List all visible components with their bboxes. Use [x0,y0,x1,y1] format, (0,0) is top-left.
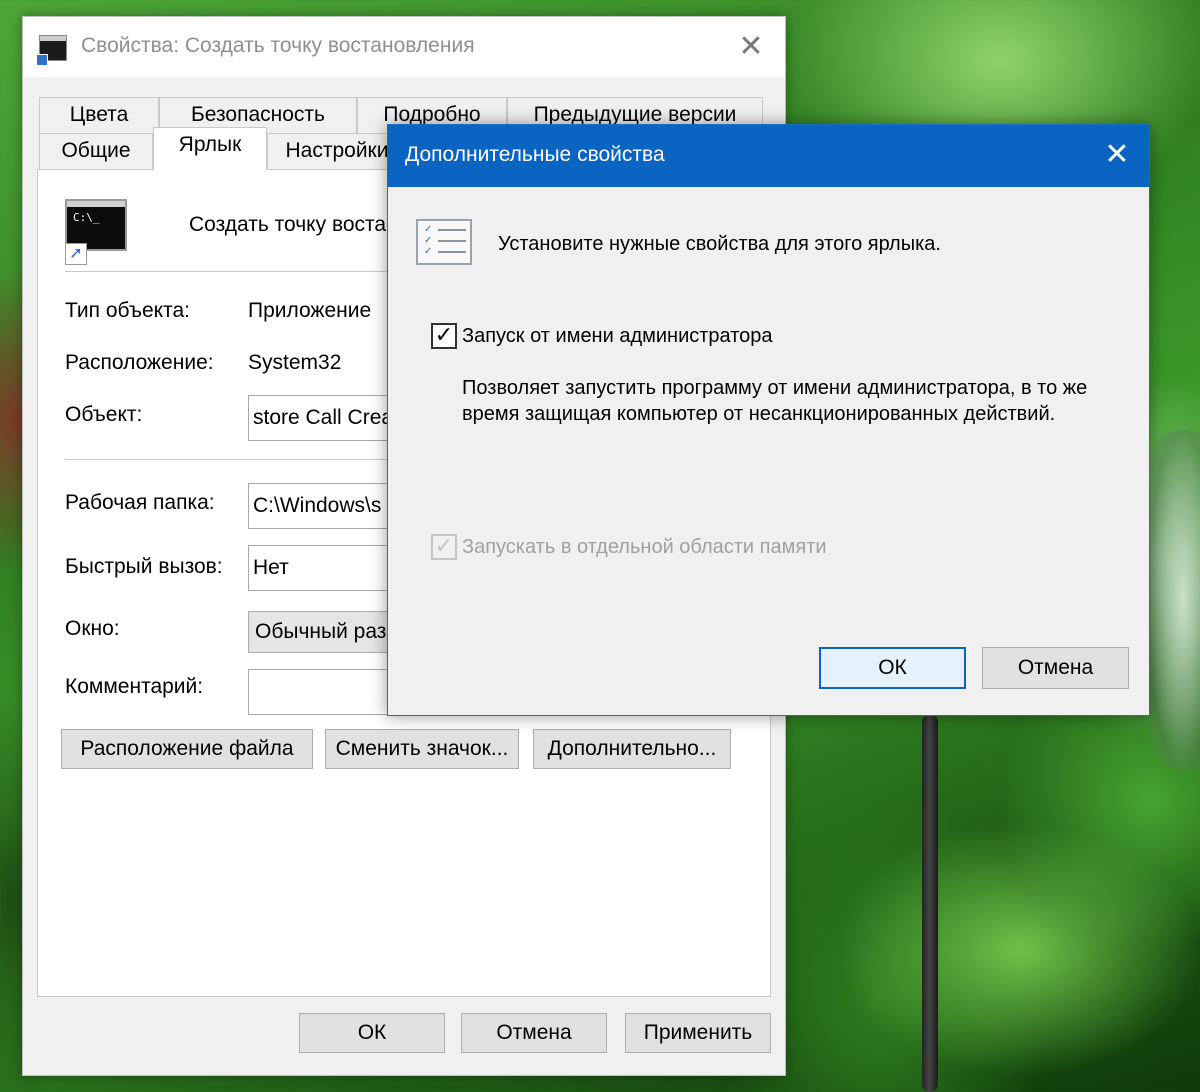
window-label: Окно: [65,617,120,640]
close-button[interactable]: ✕ [731,27,771,67]
workdir-label: Рабочая папка: [65,491,215,514]
type-value: Приложение [248,299,372,322]
tab-general[interactable]: Общие [39,133,153,169]
shortcut-arrow-icon: ➚ [65,243,87,265]
ok-button[interactable]: ОК [299,1013,445,1053]
dialog-title: Дополнительные свойства [405,143,665,166]
run-as-admin-description: Позволяет запустить программу от имени а… [462,377,1088,425]
hotkey-label: Быстрый вызов: [65,555,223,578]
mushroom-cap [1148,430,1200,770]
separate-memory-label: Запускать в отдельной области памяти [462,536,827,558]
cmd-shortcut-icon: C:\_ ➚ [65,199,127,265]
change-icon-button[interactable]: Сменить значок... [325,729,519,769]
window-title: Свойства: Создать точку востановления [81,34,475,57]
type-label: Тип объекта: [65,299,190,322]
advanced-properties-dialog: Дополнительные свойства ✕ ✓ ✓ ✓ Установи… [387,124,1150,716]
dialog-instruction: Установите нужные свойства для этого ярл… [498,233,941,255]
tab-colors[interactable]: Цвета [39,97,159,133]
location-label: Расположение: [65,351,214,374]
tab-shortcut[interactable]: Ярлык [153,127,267,170]
tab-settings[interactable]: Настройки [267,133,407,169]
dialog-ok-button[interactable]: ОК [819,647,966,689]
cancel-button[interactable]: Отмена [461,1013,607,1053]
cmd-window-icon [36,35,67,66]
advanced-button[interactable]: Дополнительно... [533,729,731,769]
run-as-admin-label[interactable]: Запуск от имени администратора [462,323,773,349]
comment-label: Комментарий: [65,675,204,698]
location-value: System32 [248,351,342,374]
apply-button[interactable]: Применить [625,1013,771,1053]
dialog-close-button[interactable]: ✕ [1097,135,1137,175]
properties-titlebar[interactable]: Свойства: Создать точку востановления ✕ [23,17,785,77]
dialog-cancel-button[interactable]: Отмена [982,647,1129,689]
separate-memory-checkbox: ✓ [431,534,457,560]
mushroom-stem [922,714,938,1092]
run-as-admin-checkbox[interactable]: ✓ [431,323,457,349]
target-label: Объект: [65,403,143,426]
checklist-icon: ✓ ✓ ✓ [416,219,472,265]
open-file-location-button[interactable]: Расположение файла [61,729,313,769]
dialog-titlebar[interactable]: Дополнительные свойства ✕ [388,125,1149,187]
